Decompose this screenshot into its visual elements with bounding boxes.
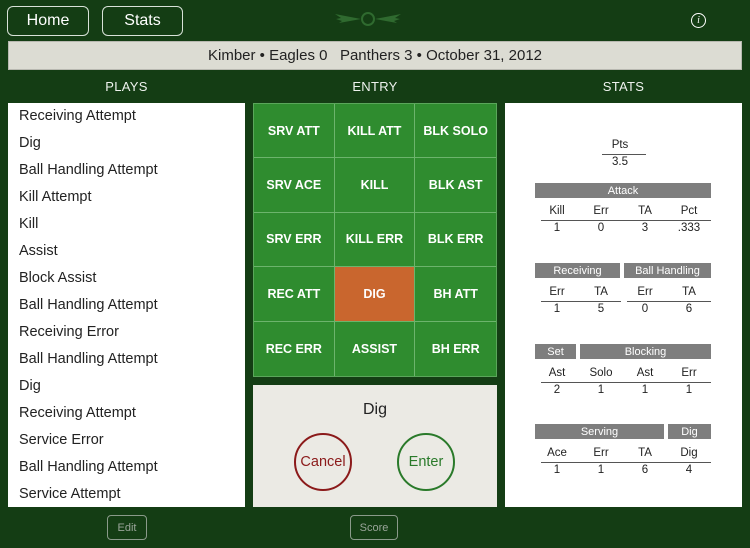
serving-ace-label: Ace [547, 447, 567, 459]
entry-blk-solo-button[interactable]: BLK SOLO [415, 104, 496, 159]
attack-kill-label: Kill [549, 205, 565, 217]
match-summary-bar: Kimber • Eagles 0 Panthers 3 • October 3… [8, 41, 742, 70]
entry-rec-att-button[interactable]: REC ATT [254, 267, 335, 322]
entry-assist-button[interactable]: ASSIST [335, 321, 416, 376]
plays-list[interactable]: Receiving Attempt Dig Ball Handling Atte… [8, 103, 245, 507]
ball-handling-err-value: 0 [641, 303, 649, 315]
set-blocking-divider [541, 382, 711, 383]
attack-header: Attack [535, 183, 711, 198]
play-item[interactable]: Service Attempt [8, 481, 245, 507]
attack-ta-label: TA [638, 205, 652, 217]
blocking-solo-value: 1 [597, 384, 605, 396]
edit-button[interactable]: Edit [107, 515, 147, 540]
play-item[interactable]: Ball Handling Attempt [8, 157, 245, 184]
entry-blk-ast-button[interactable]: BLK AST [415, 158, 496, 213]
blocking-ast-label: Ast [636, 367, 654, 379]
entry-bh-err-button[interactable]: BH ERR [415, 322, 496, 376]
info-icon[interactable]: i [691, 13, 706, 28]
score-button[interactable]: Score [350, 515, 398, 540]
ball-handling-ta-label: TA [682, 286, 696, 298]
home-button[interactable]: Home [7, 6, 89, 36]
play-item[interactable]: Kill Attempt [8, 184, 245, 211]
wings-logo-icon [335, 12, 401, 26]
play-item[interactable]: Dig [8, 130, 245, 157]
entry-heading: ENTRY [352, 79, 398, 94]
receiving-err-value: 1 [553, 303, 561, 315]
play-item[interactable]: Dig [8, 373, 245, 400]
ball-handling-ta-value: 6 [685, 303, 693, 315]
entry-kill-att-button[interactable]: KILL ATT [334, 104, 416, 159]
dig-header: Dig [668, 424, 711, 439]
entry-dig-button[interactable]: DIG [334, 267, 416, 322]
serving-err-label: Err [593, 447, 609, 459]
entry-blk-err-button[interactable]: BLK ERR [415, 213, 496, 268]
serving-err-value: 1 [597, 464, 605, 476]
serving-ta-value: 6 [641, 464, 649, 476]
play-item[interactable]: Receiving Attempt [8, 400, 245, 427]
entry-srv-att-button[interactable]: SRV ATT [254, 104, 335, 159]
receiving-ta-value: 5 [597, 303, 605, 315]
ball-handling-divider [627, 301, 711, 302]
play-item[interactable]: Ball Handling Attempt [8, 346, 245, 373]
attack-pct-value: .333 [677, 222, 701, 234]
dig-dig-label: Dig [680, 447, 698, 459]
play-item[interactable]: Receiving Attempt [8, 103, 245, 130]
receiving-ta-label: TA [594, 286, 608, 298]
cancel-button[interactable]: Cancel [294, 433, 352, 491]
blocking-solo-label: Solo [589, 367, 613, 379]
blocking-ast-value: 1 [641, 384, 649, 396]
play-item[interactable]: Ball Handling Attempt [8, 292, 245, 319]
play-item[interactable]: Kill [8, 211, 245, 238]
serving-header: Serving [535, 424, 664, 439]
pts-label: Pts [611, 139, 629, 151]
blocking-header: Blocking [580, 344, 711, 359]
play-item[interactable]: Service Error [8, 427, 245, 454]
receiving-divider [541, 301, 621, 302]
entry-kill-err-button[interactable]: KILL ERR [334, 212, 416, 268]
attack-err-value: 0 [597, 222, 605, 234]
play-item[interactable]: Receiving Error [8, 319, 245, 346]
serving-dig-divider [541, 462, 711, 463]
receiving-err-label: Err [549, 286, 565, 298]
stats-panel: Pts 3.5 Attack Kill Err TA Pct 1 0 3 .33… [505, 103, 742, 507]
serving-ta-label: TA [638, 447, 652, 459]
serving-ace-value: 1 [553, 464, 561, 476]
set-ast-label: Ast [548, 367, 566, 379]
set-ast-value: 2 [553, 384, 561, 396]
plays-heading: PLAYS [105, 79, 148, 94]
receiving-header: Receiving [535, 263, 620, 278]
match-summary: Kimber • Eagles 0 Panthers 3 • October 3… [207, 47, 543, 64]
attack-ta-value: 3 [641, 222, 649, 234]
attack-err-label: Err [593, 205, 609, 217]
attack-pct-label: Pct [680, 205, 698, 217]
attack-divider [541, 220, 711, 221]
pts-divider [602, 154, 646, 155]
ball-handling-err-label: Err [637, 286, 653, 298]
stats-heading: STATS [602, 79, 645, 94]
entry-rec-err-button[interactable]: REC ERR [254, 321, 335, 376]
entry-bh-att-button[interactable]: BH ATT [415, 267, 496, 322]
entry-srv-err-button[interactable]: SRV ERR [254, 212, 335, 268]
enter-button[interactable]: Enter [397, 433, 455, 491]
play-item[interactable]: Ball Handling Attempt [8, 454, 245, 481]
set-header: Set [535, 344, 576, 359]
play-item[interactable]: Block Assist [8, 265, 245, 292]
pts-value: 3.5 [612, 156, 628, 168]
entry-kill-button[interactable]: KILL [334, 158, 416, 213]
confirm-panel: Dig Cancel Enter [253, 385, 497, 507]
ball-handling-header: Ball Handling [624, 263, 711, 278]
stats-button[interactable]: Stats [102, 6, 183, 36]
entry-srv-ace-button[interactable]: SRV ACE [254, 158, 335, 213]
dig-dig-value: 4 [685, 464, 693, 476]
play-item[interactable]: Assist [8, 238, 245, 265]
blocking-err-label: Err [681, 367, 697, 379]
blocking-err-value: 1 [685, 384, 693, 396]
selected-play-title: Dig [362, 401, 387, 418]
entry-grid: SRV ATT KILL ATT BLK SOLO SRV ACE KILL B… [253, 103, 497, 377]
attack-kill-value: 1 [553, 222, 561, 234]
